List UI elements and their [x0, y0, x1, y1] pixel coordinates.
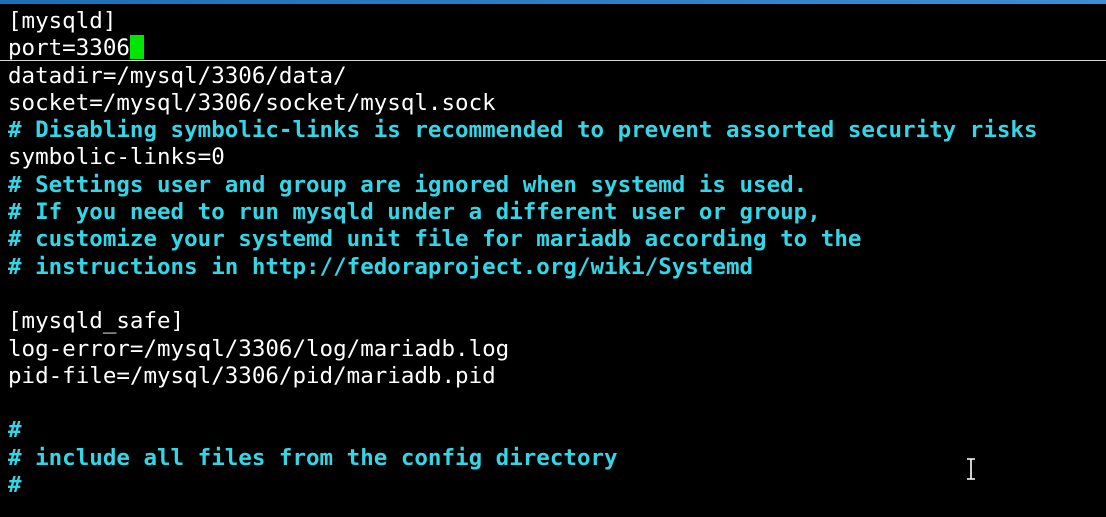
- config-line-13: log-error=/mysql/3306/log/mariadb.log: [8, 335, 510, 362]
- config-line-2-text: port=3306: [8, 35, 130, 62]
- config-line-1: [mysqld]: [8, 8, 117, 34]
- cursor-line-underline: [0, 60, 1106, 61]
- terminal-editor[interactable]: [mysqld] port=3306 datadir=/mysql/3306/d…: [8, 8, 1106, 499]
- config-line-14: pid-file=/mysql/3306/pid/mariadb.pid: [8, 362, 496, 389]
- config-line-6: symbolic-links=0: [8, 144, 225, 171]
- config-line-4: socket=/mysql/3306/socket/mysql.sock: [8, 89, 496, 116]
- comment-line-17: # include all files from the config dire…: [8, 444, 618, 471]
- comment-line-7: # Settings user and group are ignored wh…: [8, 171, 808, 198]
- text-cursor: [129, 35, 144, 60]
- config-line-12: [mysqld_safe]: [8, 308, 185, 335]
- comment-line-8: # If you need to run mysqld under a diff…: [8, 199, 821, 226]
- config-line-2: port=3306: [8, 35, 1106, 62]
- text-ibeam-cursor-icon: [964, 458, 978, 480]
- comment-line-9: # customize your systemd unit file for m…: [8, 226, 862, 253]
- config-line-3: datadir=/mysql/3306/data/: [8, 62, 347, 89]
- comment-line-16: #: [8, 417, 22, 444]
- comment-line-18: #: [8, 472, 22, 499]
- comment-line-5: # Disabling symbolic-links is recommende…: [8, 117, 1038, 144]
- window-top-bar: [0, 0, 1106, 4]
- comment-line-10: # instructions in http://fedoraproject.o…: [8, 253, 754, 280]
